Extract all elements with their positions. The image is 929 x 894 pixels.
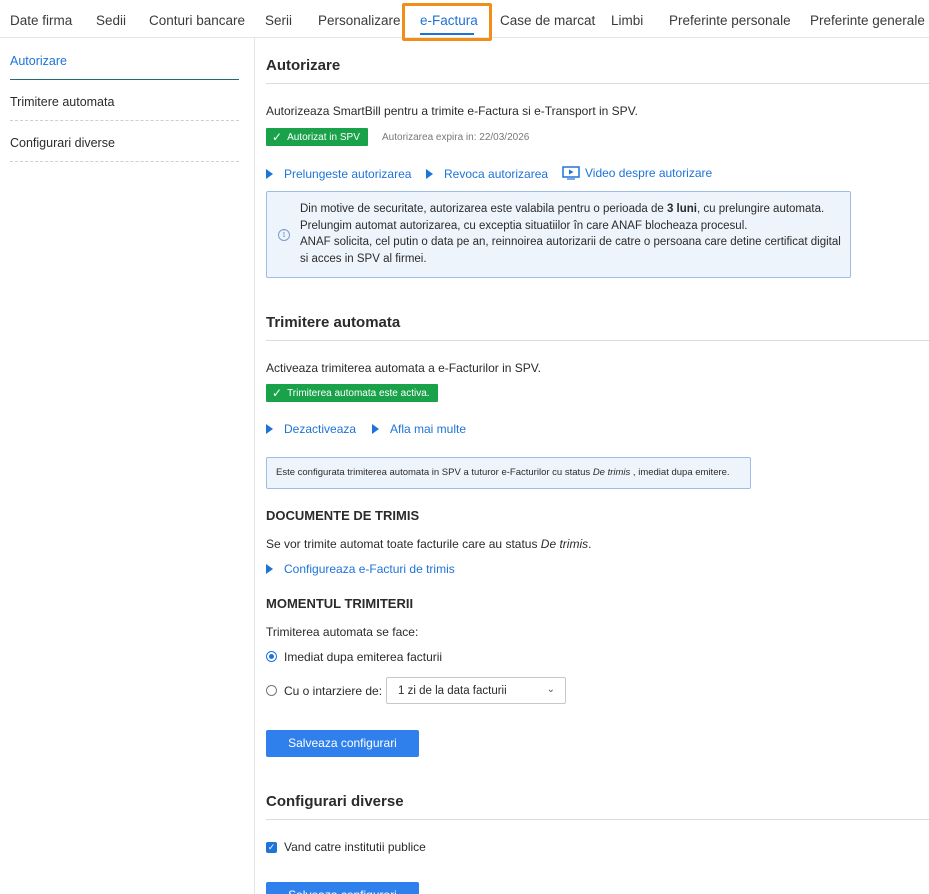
deactivate-link[interactable]: Dezactiveaza xyxy=(266,422,356,436)
learn-more-link[interactable]: Afla mai multe xyxy=(372,422,466,436)
badge-label: Autorizat in SPV xyxy=(287,131,360,143)
revoke-authorization-link[interactable]: Revoca autorizarea xyxy=(426,167,548,181)
status-badge-autorizat: ✓ Autorizat in SPV xyxy=(266,128,368,146)
play-arrow-icon xyxy=(266,169,273,179)
link-label: Video despre autorizare xyxy=(585,166,713,180)
play-arrow-icon xyxy=(426,169,433,179)
check-icon: ✓ xyxy=(272,130,283,144)
info-line: Din motive de securitate, autorizarea es… xyxy=(300,203,825,215)
radio-immediate[interactable] xyxy=(266,651,277,662)
moment-description: Trimiterea automata se face: xyxy=(266,625,419,639)
sidebar-divider xyxy=(10,120,239,121)
play-arrow-icon xyxy=(372,424,379,434)
sidebar-divider xyxy=(10,161,239,162)
video-icon xyxy=(562,166,580,180)
authorization-info-box: i Din motive de securitate, autorizarea … xyxy=(266,191,851,278)
check-icon: ✓ xyxy=(272,386,283,400)
trimitere-description: Activeaza trimiterea automata a e-Factur… xyxy=(266,361,542,375)
active-tab-underline xyxy=(420,33,474,35)
play-arrow-icon xyxy=(266,564,273,574)
sidebar-item-trimitere-automata[interactable]: Trimitere automata xyxy=(10,95,239,109)
section-title-autorizare: Autorizare xyxy=(266,57,341,74)
info-line: si acces in SPV al firmei. xyxy=(300,253,427,265)
sidebar-item-autorizare[interactable]: Autorizare xyxy=(10,54,239,68)
status-badge-trimitere-activa: ✓ Trimiterea automata este activa. xyxy=(266,384,438,402)
sidebar-active-divider xyxy=(10,79,239,80)
link-label: Configureaza e-Facturi de trimis xyxy=(284,562,455,576)
settings-tab-bar: Date firma Sedii Conturi bancare Serii P… xyxy=(0,0,929,41)
autorizare-description: Autorizeaza SmartBill pentru a trimite e… xyxy=(266,104,638,118)
link-label: Revoca autorizarea xyxy=(444,167,549,181)
tab-sedii[interactable]: Sedii xyxy=(96,13,126,28)
tab-conturi-bancare[interactable]: Conturi bancare xyxy=(149,13,245,28)
delay-select-value: 1 zi de la data facturii xyxy=(398,685,507,697)
link-label: Prelungeste autorizarea xyxy=(284,167,412,181)
sidebar: Autorizare Trimitere automata Configurar… xyxy=(0,38,255,894)
section-divider xyxy=(266,83,929,84)
tab-e-factura[interactable]: e-Factura xyxy=(420,13,478,28)
section-title-trimitere-automata: Trimitere automata xyxy=(266,314,401,331)
info-line: ANAF solicita, cel putin o data pe an, r… xyxy=(300,236,841,248)
section-title-configurari-diverse: Configurari diverse xyxy=(266,793,404,810)
radio-delay-label: Cu o intarziere de: xyxy=(284,684,383,698)
section-divider xyxy=(266,340,929,341)
tab-case-de-marcat[interactable]: Case de marcat xyxy=(500,13,595,28)
momentul-trimiterii-heading: MOMENTUL TRIMITERII xyxy=(266,596,414,611)
public-institutions-label: Vand catre institutii publice xyxy=(284,840,426,854)
auto-send-note: Este configurata trimiterea automata in … xyxy=(266,457,751,489)
tab-date-firma[interactable]: Date firma xyxy=(10,13,72,28)
tab-limbi[interactable]: Limbi xyxy=(611,13,643,28)
link-label: Afla mai multe xyxy=(390,422,467,436)
save-configuration-button[interactable]: Salveaza configurari xyxy=(266,730,419,757)
save-misc-configuration-button[interactable]: Salveaza configurari xyxy=(266,882,419,894)
section-divider xyxy=(266,819,929,820)
badge-label: Trimiterea automata este activa. xyxy=(287,387,430,399)
radio-delay[interactable] xyxy=(266,685,277,696)
tab-personalizare[interactable]: Personalizare xyxy=(318,13,401,28)
extend-authorization-link[interactable]: Prelungeste autorizarea xyxy=(266,167,411,181)
configure-invoices-link[interactable]: Configureaza e-Facturi de trimis xyxy=(266,562,455,576)
public-institutions-checkbox[interactable]: ✓ xyxy=(266,842,277,853)
info-line: Prelungim automat autorizarea, cu except… xyxy=(300,220,748,232)
tab-preferinte-personale[interactable]: Preferinte personale xyxy=(669,13,791,28)
documente-de-trimis-heading: DOCUMENTE DE TRIMIS xyxy=(266,508,420,523)
play-arrow-icon xyxy=(266,424,273,434)
authorization-video-link[interactable]: Video despre autorizare xyxy=(562,166,712,180)
tab-preferinte-generale[interactable]: Preferinte generale xyxy=(810,13,925,28)
radio-immediate-label: Imediat dupa emiterea facturii xyxy=(284,650,443,664)
info-icon: i xyxy=(278,229,290,241)
documente-description: Se vor trimite automat toate facturile c… xyxy=(266,537,592,551)
chevron-down-icon: ⌄ xyxy=(546,684,555,695)
tab-serii[interactable]: Serii xyxy=(265,13,292,28)
authorization-expiry: Autorizarea expira in: 22/03/2026 xyxy=(382,132,530,143)
delay-select[interactable]: 1 zi de la data facturii ⌄ xyxy=(386,677,566,704)
sidebar-item-configurari-diverse[interactable]: Configurari diverse xyxy=(10,136,239,150)
link-label: Dezactiveaza xyxy=(284,422,357,436)
